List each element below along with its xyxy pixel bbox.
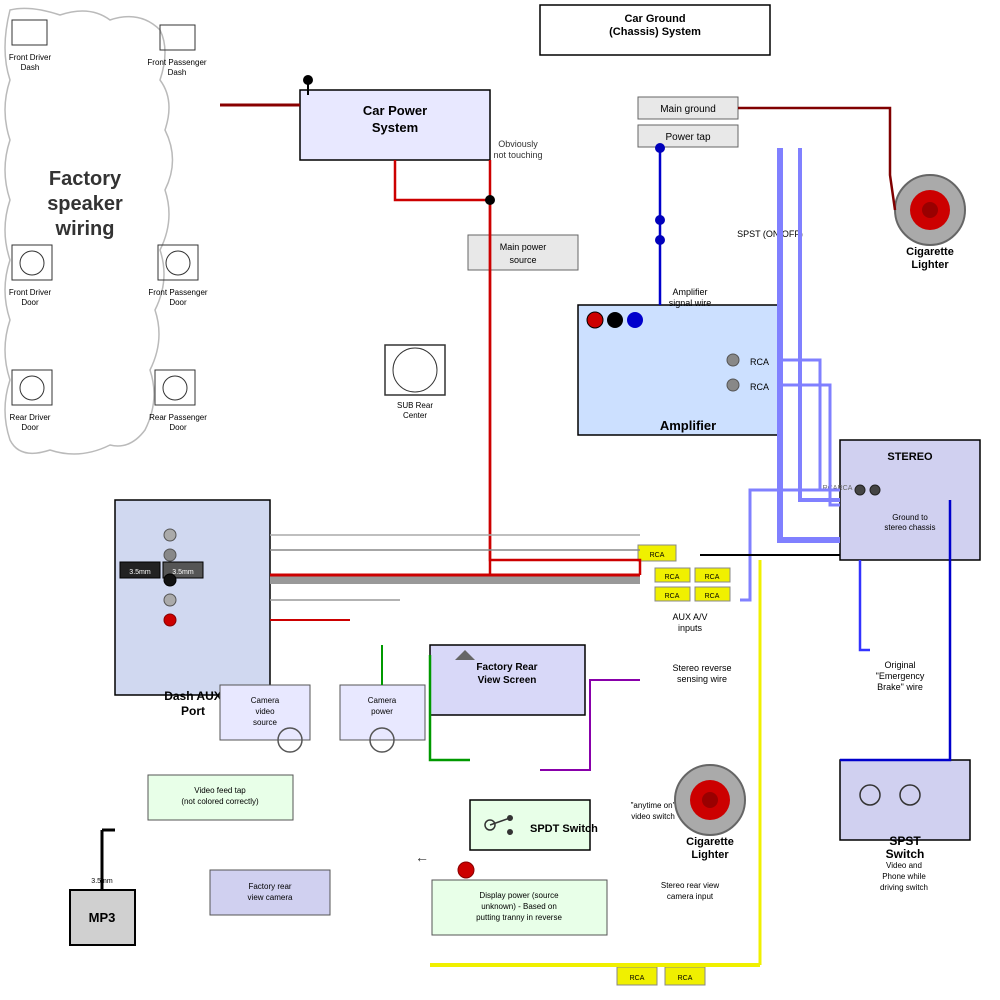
svg-text:view camera: view camera [248, 893, 293, 902]
svg-text:SUB Rear: SUB Rear [397, 401, 433, 410]
svg-text:System: System [372, 120, 418, 135]
svg-text:Door: Door [21, 423, 39, 432]
svg-text:Dash AUX: Dash AUX [164, 689, 222, 703]
svg-text:Door: Door [21, 298, 39, 307]
svg-text:Front Passenger: Front Passenger [148, 288, 207, 297]
svg-text:inputs: inputs [678, 623, 703, 633]
svg-text:Factory rear: Factory rear [248, 882, 291, 891]
svg-text:MP3: MP3 [89, 910, 116, 925]
svg-text:stereo chassis: stereo chassis [884, 523, 935, 532]
svg-text:SPDT Switch: SPDT Switch [530, 823, 598, 835]
svg-text:Factory: Factory [49, 168, 122, 190]
svg-text:3.5mm: 3.5mm [129, 569, 151, 576]
svg-text:RCA: RCA [678, 975, 693, 982]
svg-text:wiring: wiring [55, 218, 115, 240]
svg-text:Phone while: Phone while [882, 872, 926, 881]
svg-text:"Emergency: "Emergency [876, 671, 925, 681]
svg-text:Video and: Video and [886, 861, 922, 870]
svg-text:power: power [371, 707, 393, 716]
svg-text:source: source [509, 255, 536, 265]
svg-text:RCA: RCA [630, 975, 645, 982]
svg-text:Stereo reverse: Stereo reverse [672, 663, 731, 673]
svg-text:Switch: Switch [886, 847, 925, 861]
svg-text:Dash: Dash [21, 63, 40, 72]
svg-text:Power tap: Power tap [665, 132, 710, 143]
svg-text:Center: Center [403, 411, 427, 420]
svg-text:Display power (source: Display power (source [479, 891, 559, 900]
svg-text:SPST (ON/OFF): SPST (ON/OFF) [737, 229, 803, 239]
svg-text:Dash: Dash [168, 68, 187, 77]
svg-text:Door: Door [169, 298, 187, 307]
svg-text:Original: Original [884, 660, 915, 670]
svg-text:Factory Rear: Factory Rear [476, 662, 537, 673]
svg-text:RCA: RCA [650, 552, 665, 559]
svg-text:Rear Driver: Rear Driver [10, 413, 51, 422]
svg-text:Door: Door [169, 423, 187, 432]
svg-text:video switch: video switch [631, 812, 675, 821]
svg-text:AUX A/V: AUX A/V [672, 612, 707, 622]
svg-text:←: ← [415, 849, 429, 865]
svg-text:putting tranny in reverse: putting tranny in reverse [476, 913, 562, 922]
svg-text:Lighter: Lighter [691, 849, 729, 861]
svg-text:"anytime on": "anytime on" [631, 801, 676, 810]
svg-text:RCA: RCA [750, 382, 769, 392]
svg-text:View Screen: View Screen [478, 675, 537, 686]
svg-text:Port: Port [181, 704, 205, 718]
svg-text:unknown) - Based on: unknown) - Based on [481, 902, 557, 911]
svg-text:Lighter: Lighter [911, 259, 949, 271]
svg-text:Car Ground: Car Ground [624, 13, 685, 25]
wiring-diagram: Car Ground (Chassis) System Front Driver… [0, 0, 1000, 1000]
svg-text:Front Passenger: Front Passenger [147, 58, 206, 67]
svg-text:RCA: RCA [665, 574, 680, 581]
svg-text:driving switch: driving switch [880, 883, 928, 892]
svg-text:Camera: Camera [251, 696, 280, 705]
svg-text:source: source [253, 718, 278, 727]
svg-text:(not colored correctly): (not colored correctly) [181, 797, 259, 806]
svg-text:RCA: RCA [705, 593, 720, 600]
svg-text:Amplifier: Amplifier [660, 418, 716, 433]
svg-text:STEREO: STEREO [887, 451, 933, 463]
svg-text:Video feed tap: Video feed tap [194, 786, 246, 795]
svg-text:Main ground: Main ground [660, 104, 716, 115]
svg-text:Cigarette: Cigarette [906, 246, 954, 258]
svg-text:Amplifier: Amplifier [672, 287, 707, 297]
svg-text:camera input: camera input [667, 892, 714, 901]
svg-text:speaker: speaker [47, 193, 123, 215]
svg-text:Stereo rear view: Stereo rear view [661, 881, 719, 890]
svg-text:SPST: SPST [889, 834, 921, 848]
svg-text:signal wire: signal wire [669, 298, 712, 308]
svg-text:RCA: RCA [750, 357, 769, 367]
svg-text:Cigarette: Cigarette [686, 836, 734, 848]
svg-text:Camera: Camera [368, 696, 397, 705]
svg-text:Ground to: Ground to [892, 513, 928, 522]
svg-text:Brake" wire: Brake" wire [877, 682, 923, 692]
svg-text:(Chassis) System: (Chassis) System [609, 26, 701, 38]
svg-text:Main power: Main power [500, 242, 547, 252]
svg-text:Obviously: Obviously [498, 139, 538, 149]
svg-text:Front Driver: Front Driver [9, 53, 52, 62]
svg-text:sensing wire: sensing wire [677, 674, 727, 684]
svg-text:RCA: RCA [705, 574, 720, 581]
svg-text:Rear Passenger: Rear Passenger [149, 413, 207, 422]
svg-text:Front Driver: Front Driver [9, 288, 52, 297]
svg-text:3.5mm: 3.5mm [172, 569, 194, 576]
svg-text:video: video [255, 707, 275, 716]
svg-text:RCA: RCA [665, 593, 680, 600]
svg-text:Car Power: Car Power [363, 103, 427, 118]
svg-text:not touching: not touching [493, 150, 542, 160]
